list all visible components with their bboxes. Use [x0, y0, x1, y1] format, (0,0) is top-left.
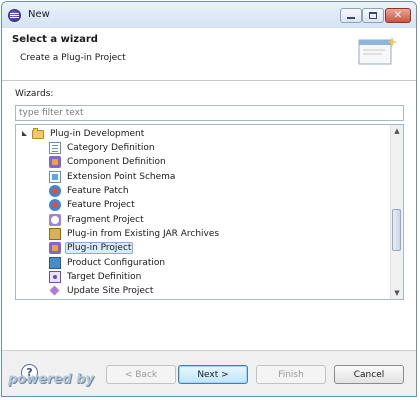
feature-patch-icon — [49, 185, 61, 197]
tree-item-feature-project[interactable]: Feature Project — [49, 198, 391, 212]
tree-scrollbar[interactable]: ▲ ▼ — [390, 125, 403, 299]
category-definition-icon — [49, 142, 61, 154]
wizard-graphic-icon — [358, 37, 397, 65]
close-icon: ✕ — [393, 10, 403, 21]
window-title: New — [28, 9, 50, 20]
update-site-icon — [49, 285, 61, 297]
tree-item-label: Feature Project — [67, 200, 135, 210]
tree-item-extension-point-schema[interactable]: Extension Point Schema — [49, 170, 391, 184]
tree-item-category-definition[interactable]: Category Definition — [49, 141, 391, 155]
tree-category-label: Plug-in Development — [50, 129, 145, 139]
target-definition-icon — [49, 271, 61, 283]
scroll-up-arrow-icon[interactable]: ▲ — [391, 125, 403, 137]
tree-item-label: Target Definition — [67, 272, 142, 282]
tree-item-label: Fragment Project — [67, 215, 144, 225]
back-button[interactable]: < Back — [106, 365, 176, 384]
product-configuration-icon — [49, 257, 61, 269]
folder-open-icon — [32, 128, 44, 139]
tree-item-label: Plug-in Project — [65, 242, 134, 254]
tree-item-label: Extension Point Schema — [67, 172, 176, 182]
eclipse-icon — [8, 9, 21, 22]
banner-description: Create a Plug-in Project — [20, 53, 126, 63]
tree-item-fragment-project[interactable]: Fragment Project — [49, 213, 391, 227]
expand-arrow-icon[interactable] — [21, 128, 29, 140]
finish-button[interactable]: Finish — [256, 365, 326, 384]
tree-item-plugin-from-jar[interactable]: Plug-in from Existing JAR Archives — [49, 227, 391, 241]
next-button[interactable]: Next > — [178, 365, 248, 384]
tree-category-plugin-development[interactable]: Plug-in Development — [21, 127, 391, 141]
tree-item-label: Update Site Project — [67, 286, 154, 296]
wizard-tree: Plug-in Development Category Definition … — [15, 124, 404, 300]
tree-item-product-configuration[interactable]: Product Configuration — [49, 256, 391, 270]
tree-item-component-definition[interactable]: Component Definition — [49, 155, 391, 169]
component-definition-icon — [49, 156, 61, 168]
close-button[interactable]: ✕ — [385, 8, 411, 23]
tree-item-feature-patch[interactable]: Feature Patch — [49, 184, 391, 198]
title-bar[interactable]: New ✕ — [2, 2, 416, 29]
plugin-project-icon — [49, 242, 61, 254]
banner-title: Select a wizard — [12, 34, 98, 45]
tree-item-plugin-project[interactable]: Plug-in Project — [49, 241, 391, 255]
tree-item-label: Category Definition — [67, 143, 155, 153]
tree-item-label: Feature Patch — [67, 186, 129, 196]
wizard-banner: Select a wizard Create a Plug-in Project — [2, 28, 416, 81]
scroll-thumb[interactable] — [392, 209, 401, 251]
schema-icon — [49, 171, 61, 183]
jar-icon — [49, 228, 61, 240]
maximize-icon — [369, 12, 377, 19]
tree-item-label: Plug-in from Existing JAR Archives — [67, 229, 220, 239]
minimize-icon — [347, 17, 355, 19]
tree-item-target-definition[interactable]: Target Definition — [49, 270, 391, 284]
scroll-down-arrow-icon[interactable]: ▼ — [391, 287, 403, 299]
tree-item-label: Component Definition — [67, 157, 166, 167]
fragment-project-icon — [49, 214, 61, 226]
wizards-label: Wizards: — [15, 89, 54, 99]
maximize-button[interactable] — [362, 8, 384, 23]
new-wizard-dialog: New ✕ Select a wizard Create a Plug-in P… — [1, 1, 417, 397]
feature-project-icon — [49, 199, 61, 211]
cancel-button[interactable]: Cancel — [334, 365, 404, 384]
tree-item-label: Product Configuration — [67, 258, 166, 268]
minimize-button[interactable] — [340, 8, 362, 23]
watermark: powered by — [8, 372, 94, 387]
tree-item-update-site-project[interactable]: Update Site Project — [49, 284, 391, 298]
filter-input[interactable] — [15, 105, 404, 121]
